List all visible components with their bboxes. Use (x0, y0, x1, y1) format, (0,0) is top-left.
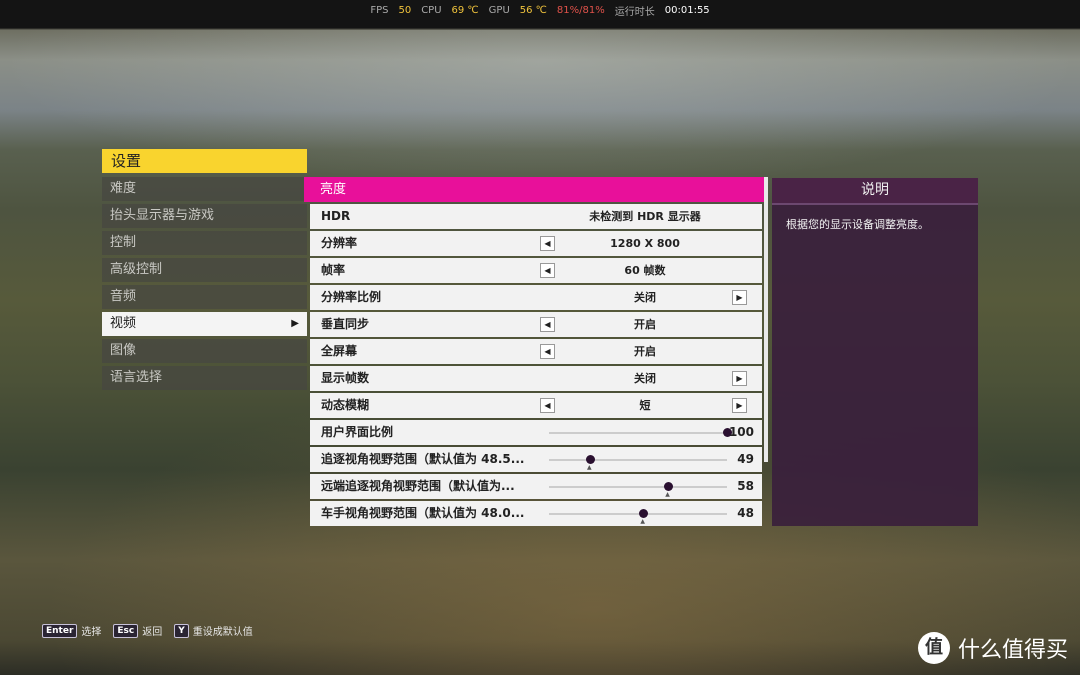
default-marker-icon: ▲ (640, 518, 645, 525)
setting-label: 用户界面比例 (321, 425, 394, 439)
setting-label: 全屏幕 (321, 344, 358, 358)
hint-reset-default[interactable]: Y 重设成默认值 (174, 623, 253, 638)
brand-logo-icon: 值 (917, 632, 950, 664)
video-settings-panel: 亮度 HDR 未检测到 HDR 显示器 分辨率 ◀ 1280 X 800 帧率 … (304, 177, 764, 527)
hint-select[interactable]: Enter 选择 (42, 623, 101, 638)
brand-text: 什么值得买 (957, 638, 1068, 663)
menu-item-label: 音频 (110, 289, 137, 304)
slider-thumb[interactable] (639, 509, 649, 518)
settings-category-menu: 难度 抬头显示器与游戏 控制 高级控制 音频 视频 ▶ 图像 语言选择 (102, 177, 307, 393)
setting-row-show-fps[interactable]: 显示帧数 关闭 ▶ (310, 366, 762, 391)
gpu-load: 81%/81% (556, 4, 605, 16)
runtime-value: 00:01:55 (664, 4, 710, 16)
slider-track[interactable] (549, 513, 727, 515)
gpu-label: GPU (488, 4, 510, 16)
description-title: 说明 (772, 178, 978, 205)
setting-value: 未检测到 HDR 显示器 (589, 210, 701, 223)
menu-item-audio[interactable]: 音频 (102, 285, 307, 309)
slider-thumb[interactable] (585, 455, 595, 464)
menu-item-label: 高级控制 (110, 262, 163, 277)
arrow-right-icon[interactable]: ▶ (732, 398, 747, 413)
setting-value: 开启 (634, 345, 656, 358)
setting-row-chase-fov[interactable]: 追逐视角视野范围（默认值为 48.5... ▲ 49 (310, 447, 762, 472)
setting-row-fullscreen[interactable]: 全屏幕 ◀ 开启 (310, 339, 762, 364)
setting-value: 短 (639, 399, 651, 412)
hint-label: 选择 (81, 627, 102, 638)
setting-label: 分辨率比例 (321, 290, 382, 304)
setting-row-motion-blur[interactable]: 动态模糊 ◀ 短 ▶ (310, 393, 762, 418)
setting-row-resolution[interactable]: 分辨率 ◀ 1280 X 800 (310, 231, 762, 256)
menu-item-video[interactable]: 视频 ▶ (102, 312, 307, 336)
menu-item-label: 控制 (110, 235, 137, 250)
hint-label: 重设成默认值 (192, 627, 253, 638)
hint-back[interactable]: Esc 返回 (113, 623, 162, 638)
setting-label: 车手视角视野范围（默认值为 48.0... (321, 506, 525, 520)
slider-track[interactable] (549, 486, 727, 488)
setting-row-resolution-scale[interactable]: 分辨率比例 关闭 ▶ (310, 285, 762, 310)
fps-label: FPS (370, 4, 389, 16)
setting-label: 帧率 (321, 263, 346, 277)
slider-value: 58 (737, 479, 754, 493)
setting-value: 60 帧数 (624, 264, 666, 277)
enter-key-icon: Enter (42, 623, 78, 638)
y-key-icon: Y (174, 623, 189, 638)
arrow-right-icon[interactable]: ▶ (732, 290, 747, 305)
slider-value: 48 (737, 506, 754, 520)
settings-list: HDR 未检测到 HDR 显示器 分辨率 ◀ 1280 X 800 帧率 ◀ 6… (310, 204, 762, 528)
control-hints: Enter 选择 Esc 返回 Y 重设成默认值 (42, 623, 253, 638)
watermark: 值 什么值得买 (917, 632, 1068, 664)
setting-row-driver-fov[interactable]: 车手视角视野范围（默认值为 48.0... ▲ 48 (310, 501, 762, 526)
setting-label: HDR (321, 209, 351, 223)
menu-item-graphics[interactable]: 图像 (102, 339, 307, 363)
slider-thumb[interactable] (664, 482, 674, 491)
chevron-right-icon: ▶ (291, 318, 299, 329)
panel-header-brightness[interactable]: 亮度 (304, 177, 764, 202)
menu-item-difficulty[interactable]: 难度 (102, 177, 307, 201)
performance-overlay: FPS 50 CPU 69 ℃ GPU 56 ℃ 81%/81% 运行时长 00… (0, 0, 1080, 20)
setting-value: 开启 (634, 318, 656, 331)
setting-label: 显示帧数 (321, 371, 370, 385)
scrollbar[interactable] (764, 177, 768, 462)
menu-item-advanced-controls[interactable]: 高级控制 (102, 258, 307, 282)
description-text: 根据您的显示设备调整亮度。 (786, 218, 929, 231)
default-marker-icon: ▲ (586, 464, 592, 471)
esc-key-icon: Esc (113, 623, 139, 638)
slider-value: 49 (737, 452, 754, 466)
cpu-label: CPU (421, 4, 442, 16)
setting-row-vsync[interactable]: 垂直同步 ◀ 开启 (310, 312, 762, 337)
menu-item-label: 抬头显示器与游戏 (110, 208, 215, 223)
cpu-temp: 69 ℃ (451, 4, 479, 16)
hint-label: 返回 (142, 627, 163, 638)
menu-item-language[interactable]: 语言选择 (102, 366, 307, 390)
menu-item-hud-gameplay[interactable]: 抬头显示器与游戏 (102, 204, 307, 228)
menu-item-label: 难度 (110, 181, 137, 196)
default-marker-icon: ▲ (665, 491, 670, 498)
gpu-temp: 56 ℃ (519, 4, 547, 16)
setting-row-hdr[interactable]: HDR 未检测到 HDR 显示器 (310, 204, 762, 229)
setting-label: 分辨率 (321, 236, 358, 250)
description-panel: 说明 根据您的显示设备调整亮度。 (772, 178, 978, 526)
setting-value: 1280 X 800 (610, 237, 680, 250)
setting-value: 关闭 (634, 291, 656, 304)
slider-track[interactable] (549, 459, 727, 461)
menu-item-label: 语言选择 (110, 370, 163, 385)
setting-label: 远端追逐视角视野范围（默认值为... (321, 479, 515, 493)
setting-row-framerate[interactable]: 帧率 ◀ 60 帧数 (310, 258, 762, 283)
menu-item-label: 图像 (110, 343, 137, 358)
settings-title: 设置 (102, 149, 307, 173)
setting-row-ui-scale[interactable]: 用户界面比例 100 (310, 420, 762, 445)
arrow-right-icon[interactable]: ▶ (732, 371, 747, 386)
menu-item-controls[interactable]: 控制 (102, 231, 307, 255)
runtime-label: 运行时长 (614, 6, 655, 18)
slider-value: 100 (728, 425, 754, 439)
setting-row-far-chase-fov[interactable]: 远端追逐视角视野范围（默认值为... ▲ 58 (310, 474, 762, 499)
setting-value: 关闭 (634, 372, 656, 385)
fps-value: 50 (398, 4, 412, 16)
slider-track[interactable] (549, 432, 727, 434)
setting-label: 追逐视角视野范围（默认值为 48.5... (321, 452, 525, 466)
setting-label: 动态模糊 (321, 398, 370, 412)
setting-label: 垂直同步 (321, 317, 370, 331)
menu-item-label: 视频 (110, 316, 137, 331)
